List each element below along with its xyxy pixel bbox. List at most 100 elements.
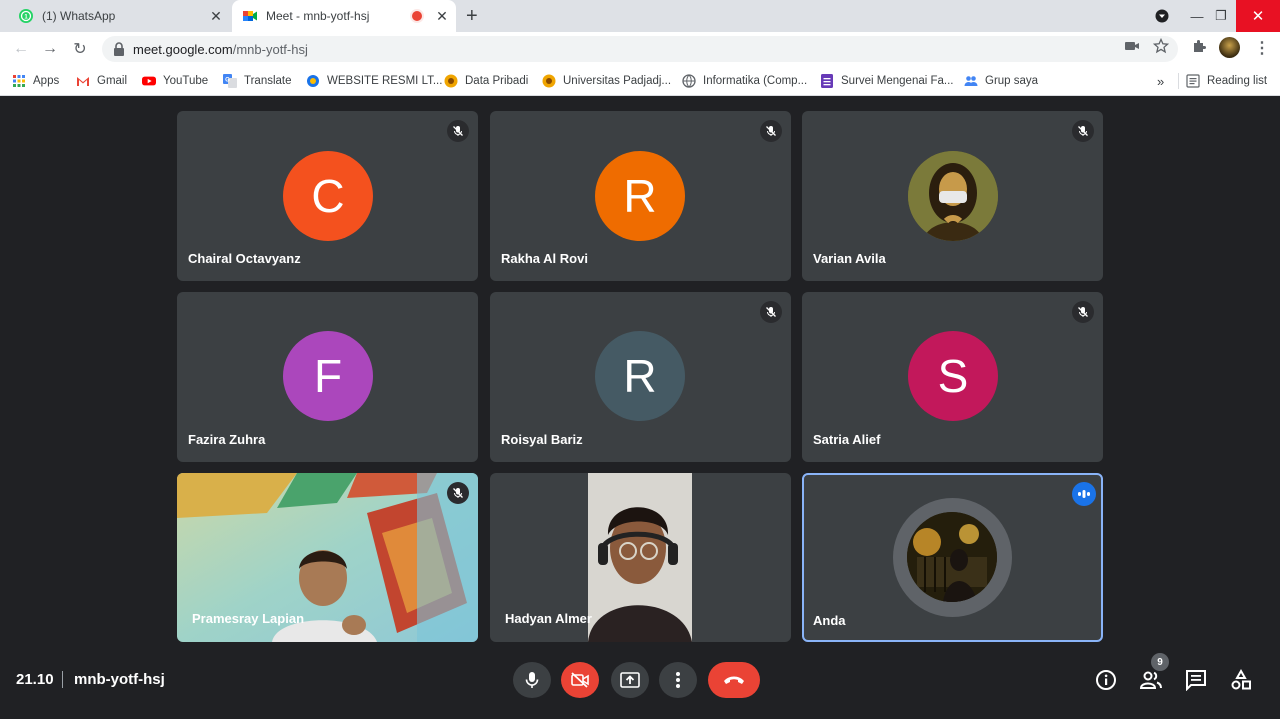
bookmark-apps[interactable]: Apps — [12, 72, 59, 90]
meeting-details-button[interactable] — [1094, 668, 1118, 692]
mic-off-icon — [760, 301, 782, 323]
activities-button[interactable] — [1229, 668, 1253, 692]
chat-icon — [1186, 670, 1206, 691]
translate-icon: G — [223, 74, 237, 88]
reading-list-button[interactable]: Reading list — [1186, 72, 1267, 90]
microphone-icon — [525, 672, 539, 688]
participant-name: Varian Avila — [813, 251, 886, 266]
bookmark-data-pribadi[interactable]: Data Pribadi — [444, 72, 528, 90]
participant-tile[interactable]: R Roisyal Bariz — [490, 292, 791, 462]
bookmark-label: Grup saya — [985, 75, 1039, 87]
bookmark-informatika[interactable]: Informatika (Comp... — [682, 72, 807, 90]
more-vert-icon — [676, 672, 680, 688]
bookmark-star-icon[interactable] — [1153, 38, 1169, 54]
tab-title: (1) WhatsApp — [42, 9, 116, 23]
bookmark-gmail[interactable]: Gmail — [76, 72, 127, 90]
bookmark-label: WEBSITE RESMI LT... — [327, 75, 443, 87]
restore-button[interactable]: ❐ — [1210, 0, 1232, 32]
activities-icon — [1231, 669, 1251, 690]
participant-tile[interactable]: S Satria Alief — [802, 292, 1103, 462]
bookmark-translate[interactable]: G Translate — [223, 72, 292, 90]
bookmark-website-resmi[interactable]: WEBSITE RESMI LT... — [306, 72, 442, 90]
apps-grid-icon — [13, 75, 25, 87]
participant-tile[interactable]: C Chairal Octavyanz — [177, 111, 478, 281]
avatar: S — [908, 331, 998, 421]
mic-off-icon — [447, 482, 469, 504]
people-icon — [1139, 671, 1162, 689]
unpad-logo-icon — [444, 74, 458, 88]
self-tile[interactable]: Anda — [802, 473, 1103, 642]
group-icon — [964, 76, 978, 86]
avatar — [908, 151, 998, 241]
reading-list-label: Reading list — [1207, 75, 1268, 87]
chat-button[interactable] — [1184, 668, 1208, 692]
close-tab-icon[interactable]: ✕ — [208, 8, 224, 25]
tab-whatsapp[interactable]: 1 (1) WhatsApp ✕ — [8, 0, 230, 32]
people-button[interactable] — [1139, 668, 1163, 692]
avatar: F — [283, 331, 373, 421]
more-options-button[interactable] — [659, 662, 697, 698]
divider — [1178, 73, 1179, 89]
profile-menu-icon[interactable] — [1150, 0, 1174, 32]
bookmark-label: Informatika (Comp... — [703, 75, 808, 87]
mic-off-icon — [447, 120, 469, 142]
meeting-controls-bar: 21.10 mnb-yotf-hsj — [0, 650, 1280, 719]
participant-name: Chairal Octavyanz — [188, 251, 301, 266]
present-screen-button[interactable] — [611, 662, 649, 698]
browser-menu-icon[interactable]: ⋮ — [1254, 38, 1270, 58]
camera-off-button[interactable] — [561, 662, 599, 698]
back-button[interactable]: ← — [10, 38, 32, 60]
tab-title: Meet - mnb-yotf-hsj — [266, 9, 370, 23]
bookmark-youtube[interactable]: YouTube — [142, 72, 208, 90]
participant-name: Satria Alief — [813, 432, 881, 447]
participant-tile[interactable]: Varian Avila — [802, 111, 1103, 281]
bookmark-label: Universitas Padjadj... — [563, 75, 672, 87]
forward-button[interactable]: → — [39, 38, 61, 60]
meeting-code: mnb-yotf-hsj — [74, 671, 165, 688]
minimize-button[interactable]: — — [1186, 0, 1208, 32]
meeting-time: 21.10 — [16, 671, 54, 688]
new-tab-button[interactable]: + — [466, 5, 478, 28]
mic-off-icon — [1072, 120, 1094, 142]
globe-icon — [307, 75, 319, 87]
url-host: meet.google.com — [133, 41, 233, 57]
participant-name: Roisyal Bariz — [501, 432, 583, 447]
unpad-logo-icon — [542, 74, 556, 88]
bookmark-label: YouTube — [163, 75, 209, 87]
bookmark-label: Apps — [33, 75, 60, 87]
more-bookmarks-icon[interactable]: » — [1157, 72, 1164, 90]
tab-strip: 1 (1) WhatsApp ✕ Meet - mnb-yotf-hsj ✕ +… — [0, 0, 1280, 32]
address-bar[interactable]: meet.google.com/mnb-yotf-hsj — [102, 36, 1178, 62]
avatar: C — [283, 151, 373, 241]
avatar — [907, 512, 997, 602]
close-window-button[interactable]: ✕ — [1236, 0, 1280, 32]
bookmark-survei[interactable]: Survei Mengenai Fa... — [820, 72, 954, 90]
close-tab-icon[interactable]: ✕ — [434, 8, 450, 25]
youtube-icon — [142, 76, 156, 86]
bookmark-universitas-padjadjaran[interactable]: Universitas Padjadj... — [542, 72, 671, 90]
microphone-button[interactable] — [513, 662, 551, 698]
bookmark-label: Translate — [244, 75, 292, 87]
bookmark-grup-saya[interactable]: Grup saya — [964, 72, 1038, 90]
url-text: meet.google.com/mnb-yotf-hsj — [133, 42, 308, 57]
profile-avatar[interactable] — [1219, 37, 1240, 58]
recording-indicator-icon — [412, 11, 422, 21]
camera-permission-icon[interactable] — [1124, 38, 1140, 54]
participant-video-tile[interactable]: Pramesray Lapian — [177, 473, 478, 642]
extensions-icon[interactable] — [1191, 38, 1207, 54]
leave-call-button[interactable] — [708, 662, 760, 698]
participant-tile[interactable]: F Fazira Zuhra — [177, 292, 478, 462]
participant-name: Anda — [813, 613, 846, 628]
gmail-icon — [77, 77, 89, 86]
camera-off-icon — [571, 672, 589, 688]
participant-tile[interactable]: R Rakha Al Rovi — [490, 111, 791, 281]
avatar: R — [595, 331, 685, 421]
reload-button[interactable]: ↻ — [69, 38, 91, 60]
browser-toolbar: ← → ↻ meet.google.com/mnb-yotf-hsj ⋮ — [0, 32, 1280, 66]
mic-off-icon — [760, 120, 782, 142]
google-meet-icon — [243, 11, 257, 21]
tab-meet[interactable]: Meet - mnb-yotf-hsj ✕ — [232, 0, 456, 32]
participant-name: Rakha Al Rovi — [501, 251, 588, 266]
participant-video-tile[interactable]: Hadyan Almer — [490, 473, 791, 642]
divider — [62, 671, 63, 688]
